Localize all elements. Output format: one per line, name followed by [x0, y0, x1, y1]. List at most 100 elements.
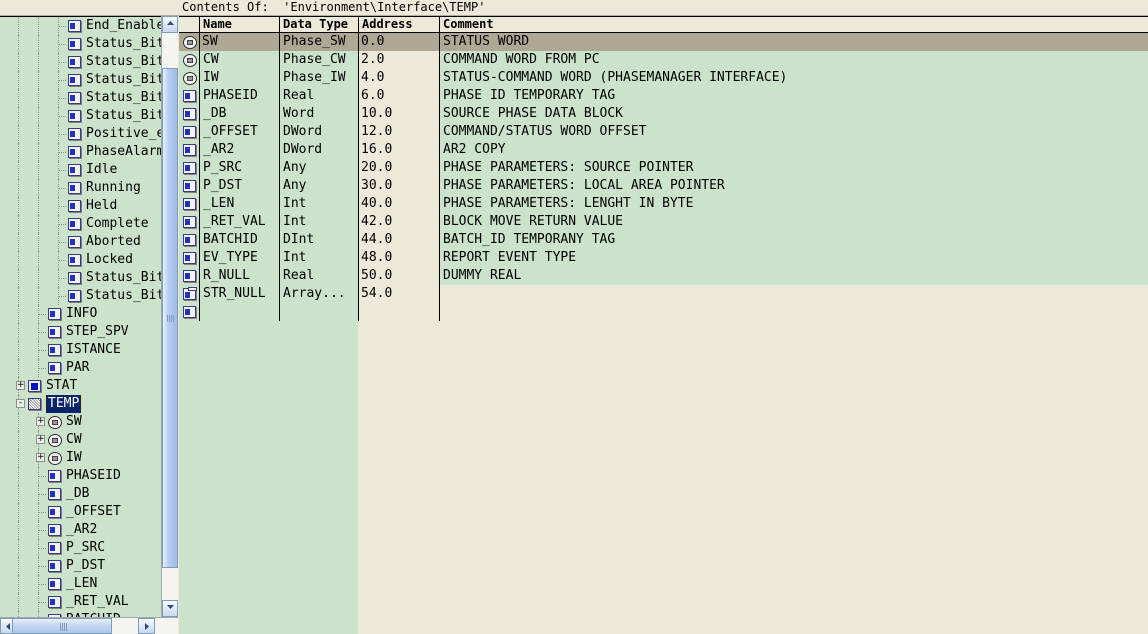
tree-item-info[interactable]: INFO	[0, 305, 166, 323]
cell-address[interactable]: 42.0	[358, 213, 440, 231]
cell-comment[interactable]: PHASE PARAMETERS: SOURCE POINTER	[440, 159, 1148, 177]
cell-address[interactable]: 10.0	[358, 105, 440, 123]
cell-name[interactable]: PHASEID	[200, 87, 279, 105]
tree-expand-icon[interactable]: +	[36, 435, 45, 444]
cell-data-type[interactable]: Real	[280, 267, 358, 285]
tree-expand-icon[interactable]: +	[16, 381, 25, 390]
tree-horizontal-scrollbar[interactable]	[0, 617, 178, 634]
cell-name[interactable]: STR_NULL	[200, 285, 279, 303]
cell-name[interactable]: P_SRC	[200, 159, 279, 177]
cell-address[interactable]: 50.0	[358, 267, 440, 285]
cell-data-type[interactable]: DWord	[280, 123, 358, 141]
tree-item-cw[interactable]: + CW	[0, 431, 166, 449]
scroll-down-icon[interactable]	[162, 600, 178, 617]
cell-comment[interactable]: COMMAND WORD FROM PC	[440, 51, 1148, 69]
cell-name[interactable]: _OFFSET	[200, 123, 279, 141]
cell-name[interactable]: _AR2	[200, 141, 279, 159]
cell-name[interactable]: _LEN	[200, 195, 279, 213]
table-row[interactable]: R_NULL Real 50.0 DUMMY REAL	[179, 267, 1148, 285]
cell-name[interactable]: SW	[200, 33, 279, 51]
column-header-data-type[interactable]: Data Type	[280, 17, 358, 32]
tree-item-status-bit[interactable]: Status_Bit	[0, 269, 166, 287]
cell-name[interactable]: _RET_VAL	[200, 213, 279, 231]
cell-comment[interactable]: PHASE PARAMETERS: LENGHT IN BYTE	[440, 195, 1148, 213]
tree-item-par[interactable]: PAR	[0, 359, 166, 377]
tree-scroll-thumb[interactable]	[162, 68, 178, 568]
cell-comment[interactable]: BLOCK MOVE RETURN VALUE	[440, 213, 1148, 231]
cell-address[interactable]: 20.0	[358, 159, 440, 177]
table-row[interactable]: SW Phase_SW 0.0 STATUS WORD	[179, 33, 1148, 51]
cell-data-type[interactable]: Phase_SW	[280, 33, 358, 51]
table-row[interactable]: CW Phase_CW 2.0 COMMAND WORD FROM PC	[179, 51, 1148, 69]
cell-address[interactable]: 0.0	[358, 33, 440, 51]
cell-data-type[interactable]: Phase_IW	[280, 69, 358, 87]
tree-item-stat[interactable]: + STAT	[0, 377, 166, 395]
tree-hscroll-thumb[interactable]	[12, 618, 112, 634]
cell-address[interactable]: 30.0	[358, 177, 440, 195]
tree-item-status-bit[interactable]: Status_Bit	[0, 53, 166, 71]
tree-item-complete[interactable]: Complete	[0, 215, 166, 233]
cell-comment[interactable]: REPORT EVENT TYPE	[440, 249, 1148, 267]
tree-item-iw[interactable]: + IW	[0, 449, 166, 467]
tree-item-status-bit[interactable]: Status_Bit	[0, 35, 166, 53]
declaration-table-pane[interactable]: Name Data Type Address Comment SW Phase_S…	[179, 16, 1148, 634]
tree-expand-icon[interactable]: +	[36, 453, 45, 462]
column-header-comment[interactable]: Comment	[440, 17, 1140, 32]
tree-item-p-dst[interactable]: P_DST	[0, 557, 166, 575]
table-row[interactable]: _DB Word 10.0 SOURCE PHASE DATA BLOCK	[179, 105, 1148, 123]
cell-data-type[interactable]: Int	[280, 249, 358, 267]
tree-item-status-bit[interactable]: Status_Bit	[0, 89, 166, 107]
tree-item-p-src[interactable]: P_SRC	[0, 539, 166, 557]
tree-item--ar2[interactable]: _AR2	[0, 521, 166, 539]
cell-address[interactable]: 44.0	[358, 231, 440, 249]
scroll-up-icon[interactable]	[162, 16, 178, 33]
cell-comment[interactable]: BATCH_ID TEMPORANY TAG	[440, 231, 1148, 249]
tree-item-status-bit[interactable]: Status_Bit	[0, 107, 166, 125]
tree-item-istance[interactable]: ISTANCE	[0, 341, 166, 359]
cell-data-type[interactable]	[280, 303, 358, 321]
tree-item--len[interactable]: _LEN	[0, 575, 166, 593]
cell-data-type[interactable]: Array...	[280, 285, 358, 303]
table-row[interactable]: _LEN Int 40.0 PHASE PARAMETERS: LENGHT IN B…	[179, 195, 1148, 213]
tree-item-aborted[interactable]: Aborted	[0, 233, 166, 251]
cell-comment[interactable]: STATUS-COMMAND WORD (PHASEMANAGER INTERF…	[440, 69, 1148, 87]
cell-address[interactable]: 6.0	[358, 87, 440, 105]
table-row[interactable]: EV_TYPE Int 48.0 REPORT EVENT TYPE	[179, 249, 1148, 267]
tree-item--offset[interactable]: _OFFSET	[0, 503, 166, 521]
cell-name[interactable]: EV_TYPE	[200, 249, 279, 267]
variable-tree-pane[interactable]: End_Enable Status_Bit Status_Bit Status_Bit…	[0, 16, 178, 617]
table-row[interactable]: P_DST Any 30.0 PHASE PARAMETERS: LOCAL AREA…	[179, 177, 1148, 195]
cell-name[interactable]: R_NULL	[200, 267, 279, 285]
tree-item-temp[interactable]: - TEMP	[0, 395, 166, 413]
column-header-name[interactable]: Name	[200, 17, 279, 32]
cell-address[interactable]: 16.0	[358, 141, 440, 159]
cell-address[interactable]: 2.0	[358, 51, 440, 69]
tree-item-running[interactable]: Running	[0, 179, 166, 197]
table-row[interactable]: _OFFSET DWord 12.0 COMMAND/STATUS WORD OFFS…	[179, 123, 1148, 141]
cell-comment[interactable]: PHASE ID TEMPORARY TAG	[440, 87, 1148, 105]
cell-comment[interactable]: DUMMY REAL	[440, 267, 1148, 285]
tree-collapse-icon[interactable]: -	[16, 399, 25, 408]
table-row[interactable]: PHASEID Real 6.0 PHASE ID TEMPORARY TAG	[179, 87, 1148, 105]
tree-item-idle[interactable]: Idle	[0, 161, 166, 179]
tree-vertical-scrollbar[interactable]	[161, 16, 178, 617]
tree-item-phaseid[interactable]: PHASEID	[0, 467, 166, 485]
tree-item-held[interactable]: Held	[0, 197, 166, 215]
cell-comment[interactable]: SOURCE PHASE DATA BLOCK	[440, 105, 1148, 123]
cell-name[interactable]: BATCHID	[200, 231, 279, 249]
tree-item-status-bit[interactable]: Status_Bit	[0, 71, 166, 89]
tree-item-sw[interactable]: + SW	[0, 413, 166, 431]
tree-item-step-spv[interactable]: STEP_SPV	[0, 323, 166, 341]
cell-data-type[interactable]: Word	[280, 105, 358, 123]
cell-name[interactable]	[200, 303, 279, 321]
tree-item--ret-val[interactable]: _RET_VAL	[0, 593, 166, 611]
name-edit-field[interactable]: SW	[201, 34, 248, 50]
cell-data-type[interactable]: Int	[280, 213, 358, 231]
tree-item--db[interactable]: _DB	[0, 485, 166, 503]
cell-address[interactable]: 12.0	[358, 123, 440, 141]
tree-item-end-enable[interactable]: End_Enable	[0, 17, 166, 35]
cell-comment[interactable]: AR2 COPY	[440, 141, 1148, 159]
cell-address[interactable]: 4.0	[358, 69, 440, 87]
tree-item-locked[interactable]: Locked	[0, 251, 166, 269]
cell-address[interactable]: 54.0	[358, 285, 440, 303]
